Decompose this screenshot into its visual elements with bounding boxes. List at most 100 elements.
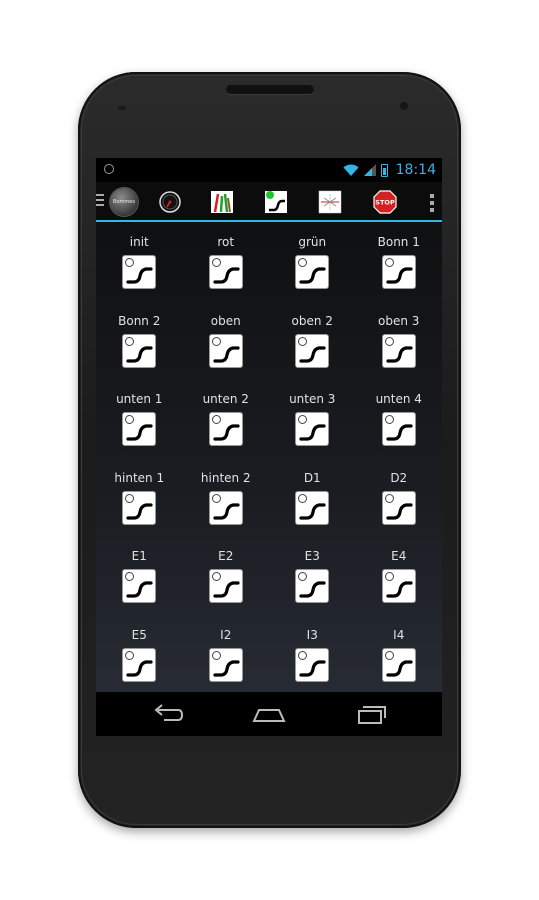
switch-item-10: unten 2	[183, 385, 270, 464]
turnout-button[interactable]	[123, 491, 156, 524]
turnout-icon	[298, 650, 326, 677]
switch-item-1: init	[96, 228, 183, 307]
switch-label: Bonn 1	[377, 235, 420, 249]
turnout-icon	[384, 415, 413, 441]
switch-label: rot	[217, 235, 235, 249]
switch-item-7: oben 2	[269, 307, 356, 386]
turnout-button[interactable]	[209, 491, 242, 524]
turnout-icon	[298, 572, 326, 598]
turnout-button[interactable]	[123, 256, 156, 288]
turnout-button[interactable]	[382, 648, 415, 681]
turnout-icon	[211, 415, 240, 441]
turnout-button[interactable]	[296, 570, 329, 602]
stop-icon[interactable]: STOP	[373, 190, 397, 214]
turnout-button[interactable]	[123, 648, 156, 681]
switch-item-5: Bonn 2	[96, 307, 183, 386]
device-screen: 18:14 Bommes STOP init rot grün Bonn 1 B…	[96, 158, 442, 736]
switch-item-20: E4	[356, 542, 443, 621]
turnout-icon	[125, 415, 153, 441]
switch-label: unten 3	[289, 392, 336, 406]
switch-item-11: unten 3	[269, 385, 356, 464]
wifi-icon	[343, 164, 359, 176]
switch-label: grün	[298, 235, 327, 249]
switch-label: oben 3	[378, 313, 420, 328]
switch-item-24: I4	[356, 621, 443, 700]
cell-signal-icon	[363, 164, 376, 176]
turnout-icon	[384, 258, 413, 284]
notification-icon	[104, 164, 114, 174]
turnout-icon	[298, 493, 326, 520]
status-bar: 18:14	[96, 158, 442, 182]
turnout-icon	[211, 258, 240, 284]
turnout-icon	[298, 415, 326, 441]
recent-apps-icon[interactable]	[353, 702, 389, 726]
turnout-icon	[211, 336, 240, 363]
turnout-button[interactable]	[296, 648, 329, 681]
switch-label: hinten 1	[114, 470, 165, 485]
switch-label: E3	[304, 549, 320, 563]
turnout-button[interactable]	[382, 491, 415, 524]
turnout-button[interactable]	[382, 334, 415, 367]
switch-label: I3	[306, 627, 318, 642]
switch-label: init	[129, 235, 149, 249]
switch-item-6: oben	[183, 307, 270, 386]
switch-item-3: grün	[269, 228, 356, 307]
switch-item-4: Bonn 1	[356, 228, 443, 307]
green-turnout-icon[interactable]	[264, 190, 288, 214]
turnout-button[interactable]	[209, 570, 242, 602]
switch-label: unten 4	[375, 392, 422, 406]
app-logo[interactable]: Bommes	[110, 188, 138, 216]
switch-item-9: unten 1	[96, 385, 183, 464]
front-camera	[400, 102, 408, 110]
route-icon[interactable]	[318, 190, 342, 214]
switch-label: unten 2	[202, 392, 249, 406]
home-icon[interactable]	[251, 702, 287, 726]
turnout-button[interactable]	[296, 256, 329, 288]
turnout-icon	[298, 336, 326, 363]
switch-item-18: E2	[183, 542, 270, 621]
gauge-icon[interactable]	[158, 190, 182, 214]
switch-item-8: oben 3	[356, 307, 443, 386]
turnout-button[interactable]	[123, 334, 156, 367]
switch-panel: init rot grün Bonn 1 Bonn 2 oben oben 2 …	[96, 222, 442, 692]
switch-label: Bonn 2	[118, 313, 161, 328]
turnout-icon	[298, 258, 326, 284]
switch-label: D1	[303, 470, 321, 485]
turnout-icon	[211, 572, 240, 598]
switch-label: I2	[220, 627, 232, 642]
turnout-button[interactable]	[296, 413, 329, 445]
status-clock: 18:14	[395, 162, 436, 178]
turnout-button[interactable]	[296, 491, 329, 524]
turnout-button[interactable]	[209, 648, 242, 681]
switch-item-21: E5	[96, 621, 183, 700]
turnout-button[interactable]	[123, 570, 156, 602]
turnout-button[interactable]	[382, 413, 415, 445]
turnout-button[interactable]	[296, 334, 329, 367]
navigation-bar	[96, 692, 442, 736]
switch-label: E2	[218, 549, 234, 563]
turnout-button[interactable]	[209, 413, 242, 445]
switch-item-22: I2	[183, 621, 270, 700]
action-bar: Bommes STOP	[96, 182, 442, 222]
turnout-button[interactable]	[123, 413, 156, 445]
turnout-icon	[384, 493, 413, 520]
switch-item-19: E3	[269, 542, 356, 621]
turnout-button[interactable]	[209, 256, 242, 288]
switch-item-2: rot	[183, 228, 270, 307]
signal-lights-icon[interactable]	[210, 190, 234, 214]
stop-icon-label: STOP	[375, 199, 395, 207]
overflow-menu-icon[interactable]	[430, 194, 434, 212]
switch-label: E5	[131, 627, 147, 642]
turnout-button[interactable]	[209, 334, 242, 367]
status-icons: 18:14	[343, 161, 436, 179]
turnout-button[interactable]	[382, 256, 415, 288]
turnout-icon	[384, 336, 413, 363]
back-icon[interactable]	[150, 702, 186, 726]
turnout-icon	[384, 572, 413, 598]
turnout-button[interactable]	[382, 570, 415, 602]
switch-item-14: hinten 2	[183, 464, 270, 543]
switch-item-17: E1	[96, 542, 183, 621]
turnout-icon	[125, 258, 153, 284]
earpiece-speaker	[226, 85, 314, 94]
drawer-icon[interactable]	[96, 194, 104, 208]
